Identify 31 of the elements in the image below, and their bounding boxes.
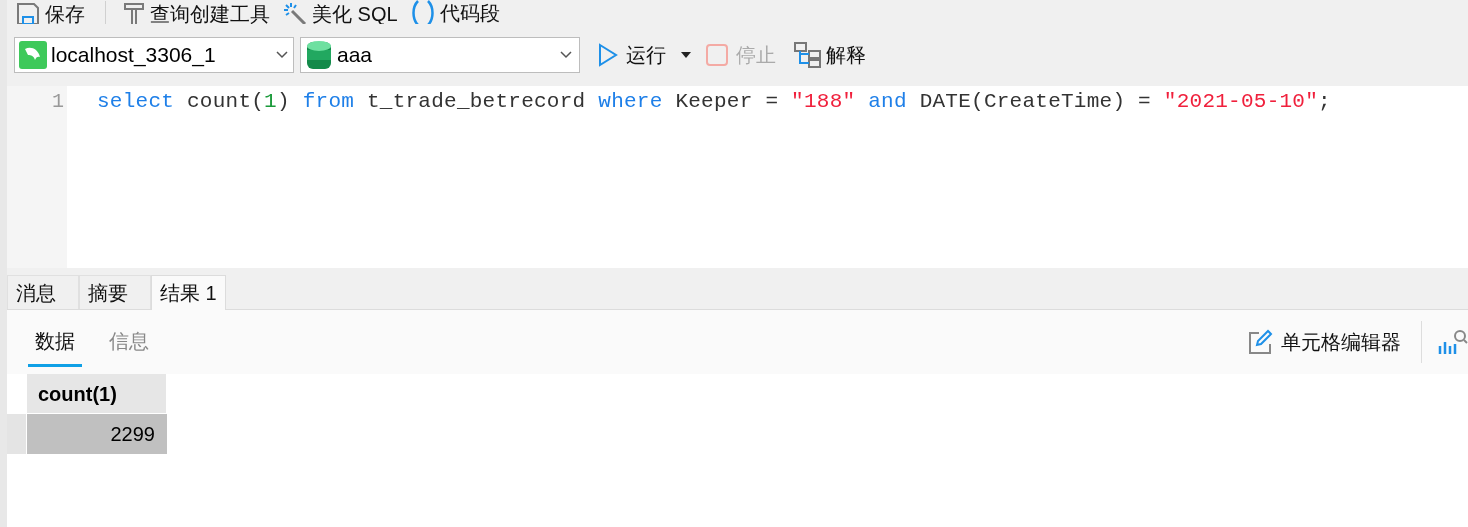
magic-wand-icon <box>282 1 308 24</box>
save-icon <box>15 1 41 24</box>
play-icon <box>598 43 618 67</box>
chart-search-icon[interactable] <box>1438 328 1468 356</box>
toolbar-button[interactable]: 代码段 <box>409 0 500 24</box>
result-tab[interactable]: 消息 <box>7 275 79 309</box>
column-header[interactable]: count(1) <box>27 374 167 414</box>
table-cell[interactable]: 2299 <box>27 414 167 454</box>
database-dropdown[interactable]: aaa <box>300 37 580 73</box>
chevron-down-icon <box>275 50 289 60</box>
result-tab[interactable]: 结果 1 <box>151 275 226 310</box>
toolbar-button[interactable]: 保存 <box>15 1 85 24</box>
database-value: aaa <box>337 42 374 69</box>
tree-diagram-icon <box>794 42 822 68</box>
line-number: 1 <box>52 89 64 115</box>
run-button[interactable]: 运行 <box>598 40 666 70</box>
stop-icon <box>706 44 728 66</box>
sub-tab[interactable]: 数据 <box>28 317 82 367</box>
database-icon <box>307 40 331 70</box>
explain-button[interactable]: 解释 <box>794 40 866 70</box>
result-tab[interactable]: 摘要 <box>79 275 151 309</box>
chevron-down-icon <box>559 50 573 60</box>
cell-editor-button[interactable]: 单元格编辑器 <box>1247 321 1422 363</box>
parentheses-icon <box>409 0 436 24</box>
connection-dropdown[interactable]: localhost_3306_1 <box>14 37 294 73</box>
caret-icon[interactable] <box>680 51 692 59</box>
code-line: select count(1) from t_trade_betrecord where Keeper = "188" and DATE(CreateTime) = "2021-05-10"; <box>97 89 1332 115</box>
connection-value: localhost_3306_1 <box>51 42 217 69</box>
pin-icon <box>122 1 146 24</box>
edit-icon <box>1247 329 1273 355</box>
toolbar-button[interactable]: 美化 SQL <box>282 1 398 24</box>
